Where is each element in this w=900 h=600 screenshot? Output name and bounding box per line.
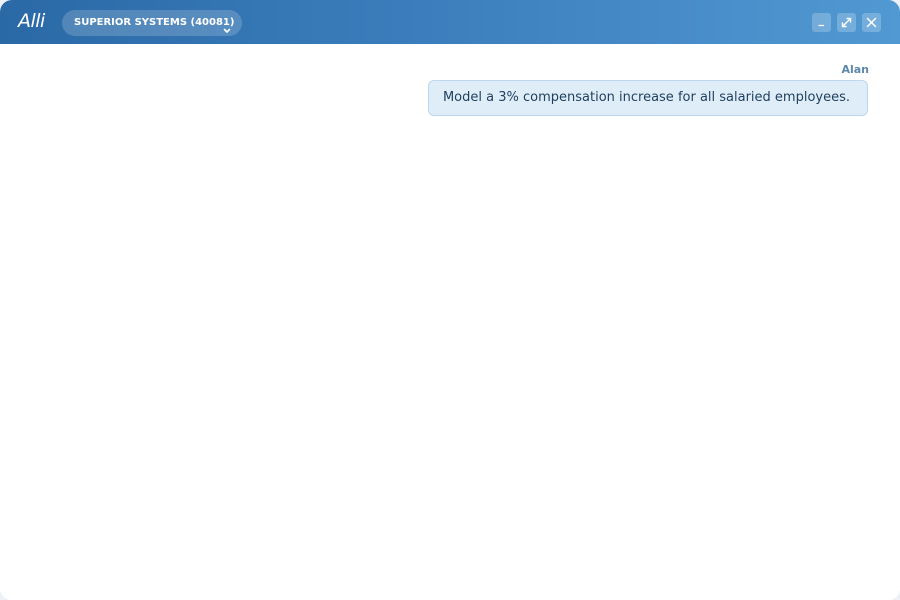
title-bar: Alli SUPERIOR SYSTEMS (40081)	[0, 0, 900, 44]
user-message-bubble: Model a 3% compensation increase for all…	[427, 80, 868, 116]
chat-area: Alan Model a 3% compensation increase fo…	[0, 44, 900, 600]
minimize-button[interactable]	[812, 13, 831, 32]
company-selector-label: SUPERIOR SYSTEMS (40081)	[74, 17, 235, 28]
close-button[interactable]	[862, 13, 881, 32]
company-selector[interactable]: SUPERIOR SYSTEMS (40081)	[62, 10, 242, 36]
expand-icon	[841, 17, 852, 28]
chat-window: Alli SUPERIOR SYSTEMS (40081) Alan Model…	[0, 0, 900, 600]
minimize-icon	[818, 24, 825, 27]
app-logo: Alli	[18, 10, 45, 32]
message-sender: Alan	[841, 63, 869, 76]
maximize-button[interactable]	[837, 13, 856, 32]
close-icon	[866, 17, 877, 28]
chevron-down-icon	[222, 20, 232, 33]
